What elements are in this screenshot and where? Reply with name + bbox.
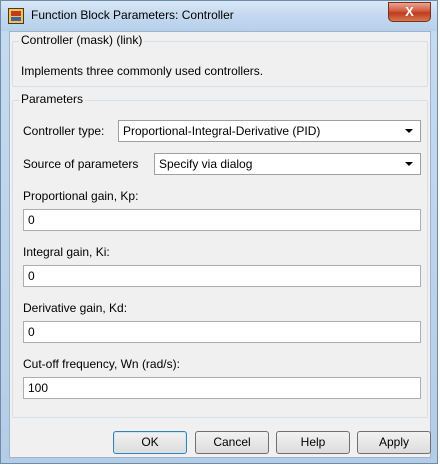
kd-field[interactable]: 0 (23, 321, 421, 343)
cancel-button[interactable]: Cancel (195, 431, 269, 454)
help-button[interactable]: Help (276, 431, 350, 454)
source-select[interactable]: Specify via dialog (154, 153, 421, 175)
dialog-content: Controller (mask) (link) Implements thre… (9, 31, 431, 458)
kp-field[interactable]: 0 (23, 209, 421, 231)
apply-button[interactable]: Apply (357, 431, 431, 454)
wn-field[interactable]: 100 (23, 377, 421, 399)
ok-button[interactable]: OK (113, 431, 187, 454)
ki-field[interactable]: 0 (23, 265, 421, 287)
source-value: Specify via dialog (159, 157, 253, 171)
description-group-title: Controller (mask) (link) (19, 33, 145, 47)
controller-type-select[interactable]: Proportional-Integral-Derivative (PID) (118, 120, 421, 142)
controller-type-label: Controller type: (23, 124, 105, 138)
chevron-down-icon[interactable] (402, 157, 416, 171)
dialog-window: Function Block Parameters: Controller X … (0, 0, 438, 464)
parameters-group: Parameters Controller type: Proportional… (12, 92, 428, 418)
parameters-group-title: Parameters (19, 92, 86, 106)
ki-label: Integral gain, Ki: (23, 245, 110, 259)
controller-type-value: Proportional-Integral-Derivative (PID) (123, 124, 321, 138)
close-button[interactable]: X (388, 2, 431, 22)
description-group: Controller (mask) (link) Implements thre… (12, 33, 428, 87)
window-title: Function Block Parameters: Controller (31, 8, 234, 22)
description-text: Implements three commonly used controlle… (21, 64, 264, 78)
kd-label: Derivative gain, Kd: (23, 301, 128, 315)
chevron-down-icon[interactable] (402, 124, 416, 138)
wn-label: Cut-off frequency, Wn (rad/s): (23, 357, 180, 371)
source-label: Source of parameters (23, 157, 139, 171)
title-bar[interactable]: Function Block Parameters: Controller X (1, 1, 437, 31)
simulink-block-icon (8, 8, 24, 24)
kp-label: Proportional gain, Kp: (23, 189, 139, 203)
